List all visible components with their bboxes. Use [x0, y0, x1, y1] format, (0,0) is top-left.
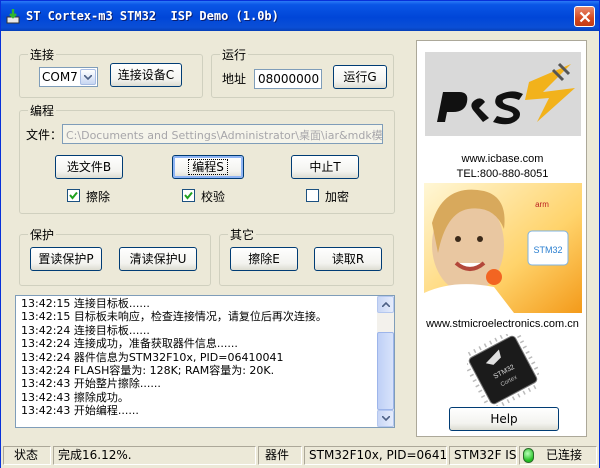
encrypt-checkbox[interactable] [306, 189, 319, 202]
ps-logo [425, 52, 581, 136]
read-button[interactable]: 读取R [314, 247, 382, 271]
telephone-text: TEL:800-880-8051 [456, 168, 549, 180]
status-label: 状态 [3, 446, 51, 465]
protect-group-legend: 保护 [30, 228, 55, 242]
abort-button[interactable]: 中止T [291, 155, 359, 179]
log-line: 13:42:24 连接目标板...... [21, 323, 150, 337]
status-text: 完成16.12%. [53, 446, 256, 465]
scrollbar-thumb[interactable] [377, 332, 394, 410]
connection-indicator-icon [523, 448, 534, 463]
verify-checkbox-label: 校验 [201, 190, 226, 204]
website-st: www.stmicroelectronics.com.cn [426, 318, 579, 330]
log-line: 13:42:24 连接成功，准备获取器件信息...... [21, 337, 238, 351]
file-path-field[interactable]: C:\Documents and Settings\Administrator\… [62, 124, 383, 144]
log-line: 13:42:24 FLASH容量为: 128K; RAM容量为: 20K. [21, 364, 275, 378]
erase-chip-button[interactable]: 擦除E [230, 247, 298, 271]
erase-checkbox[interactable] [67, 189, 80, 202]
close-icon [579, 11, 591, 23]
log-output[interactable]: 13:42:15 连接目标板...... 13:42:15 目标板未响应，检查连… [15, 295, 395, 428]
log-line: 13:42:43 开始编程...... [21, 404, 139, 418]
device-info: STM32F10x, PID=06410041 [304, 446, 447, 465]
log-line: 13:42:15 目标板未响应，检查连接情况，请复位后再次连接。 [21, 310, 327, 324]
log-lines: 13:42:15 连接目标板...... 13:42:15 目标板未响应，检查连… [21, 297, 376, 418]
file-label: 文件： [26, 128, 63, 142]
com-port-value: COM7 [42, 70, 78, 84]
device-label: 器件 [258, 446, 302, 465]
program-button[interactable]: 编程S [172, 155, 244, 179]
verify-checkbox[interactable] [182, 189, 195, 202]
log-scrollbar[interactable] [377, 296, 394, 427]
address-input[interactable]: 08000000 [254, 69, 322, 89]
erase-checkbox-label: 擦除 [86, 190, 111, 204]
log-line: 13:42:15 连接目标板...... [21, 297, 150, 310]
title-bar[interactable]: ST Cortex-m3 STM32 ISP Demo (1.0b) [1, 1, 599, 31]
app-icon [5, 8, 21, 24]
set-read-protect-button[interactable]: 置读保护P [30, 247, 102, 271]
encrypt-checkbox-label: 加密 [325, 190, 350, 204]
address-label: 地址 [222, 72, 247, 86]
connect-group-legend: 连接 [30, 48, 55, 62]
scroll-down-icon[interactable] [377, 410, 394, 427]
log-line: 13:42:43 开始整片擦除...... [21, 377, 161, 391]
connection-status-text: 已连接 [546, 448, 583, 462]
sponsor-panel: www.icbase.com TEL:800-880-8051 STM32 ar… [416, 40, 587, 437]
checkmark-icon [184, 191, 193, 200]
website-icbase: www.icbase.com [461, 153, 544, 165]
clear-read-protect-button[interactable]: 清读保护U [119, 247, 197, 271]
isp-label: STM32F ISP [449, 446, 517, 465]
status-bar: 状态 完成16.12%. 器件 STM32F10x, PID=06410041 … [1, 444, 599, 468]
run-button[interactable]: 运行G [333, 65, 387, 89]
program-group-legend: 编程 [30, 104, 55, 118]
checkmark-icon [69, 191, 78, 200]
close-button[interactable] [574, 6, 595, 27]
other-group-legend: 其它 [230, 228, 255, 242]
stm32-chip-image: STM32 Cortex [464, 332, 541, 409]
svg-text:arm: arm [535, 200, 549, 209]
log-line: 13:42:24 器件信息为STM32F10x, PID=06410041 [21, 350, 284, 364]
scroll-up-icon[interactable] [377, 296, 394, 313]
log-line: 13:42:43 擦除成功。 [21, 390, 129, 404]
run-group-legend: 运行 [222, 48, 247, 62]
chevron-down-icon[interactable] [80, 69, 96, 85]
help-button[interactable]: Help [449, 407, 559, 431]
window-title: ST Cortex-m3 STM32 ISP Demo (1.0b) [26, 9, 279, 23]
connect-device-button[interactable]: 连接设备C [110, 63, 182, 87]
com-port-select[interactable]: COM7 [39, 67, 98, 87]
svg-text:STM32: STM32 [533, 245, 562, 255]
select-file-button[interactable]: 选文件B [55, 155, 123, 179]
promo-image: STM32 arm [424, 183, 582, 313]
app-window: ST Cortex-m3 STM32 ISP Demo (1.0b) 连接 CO… [0, 0, 600, 468]
